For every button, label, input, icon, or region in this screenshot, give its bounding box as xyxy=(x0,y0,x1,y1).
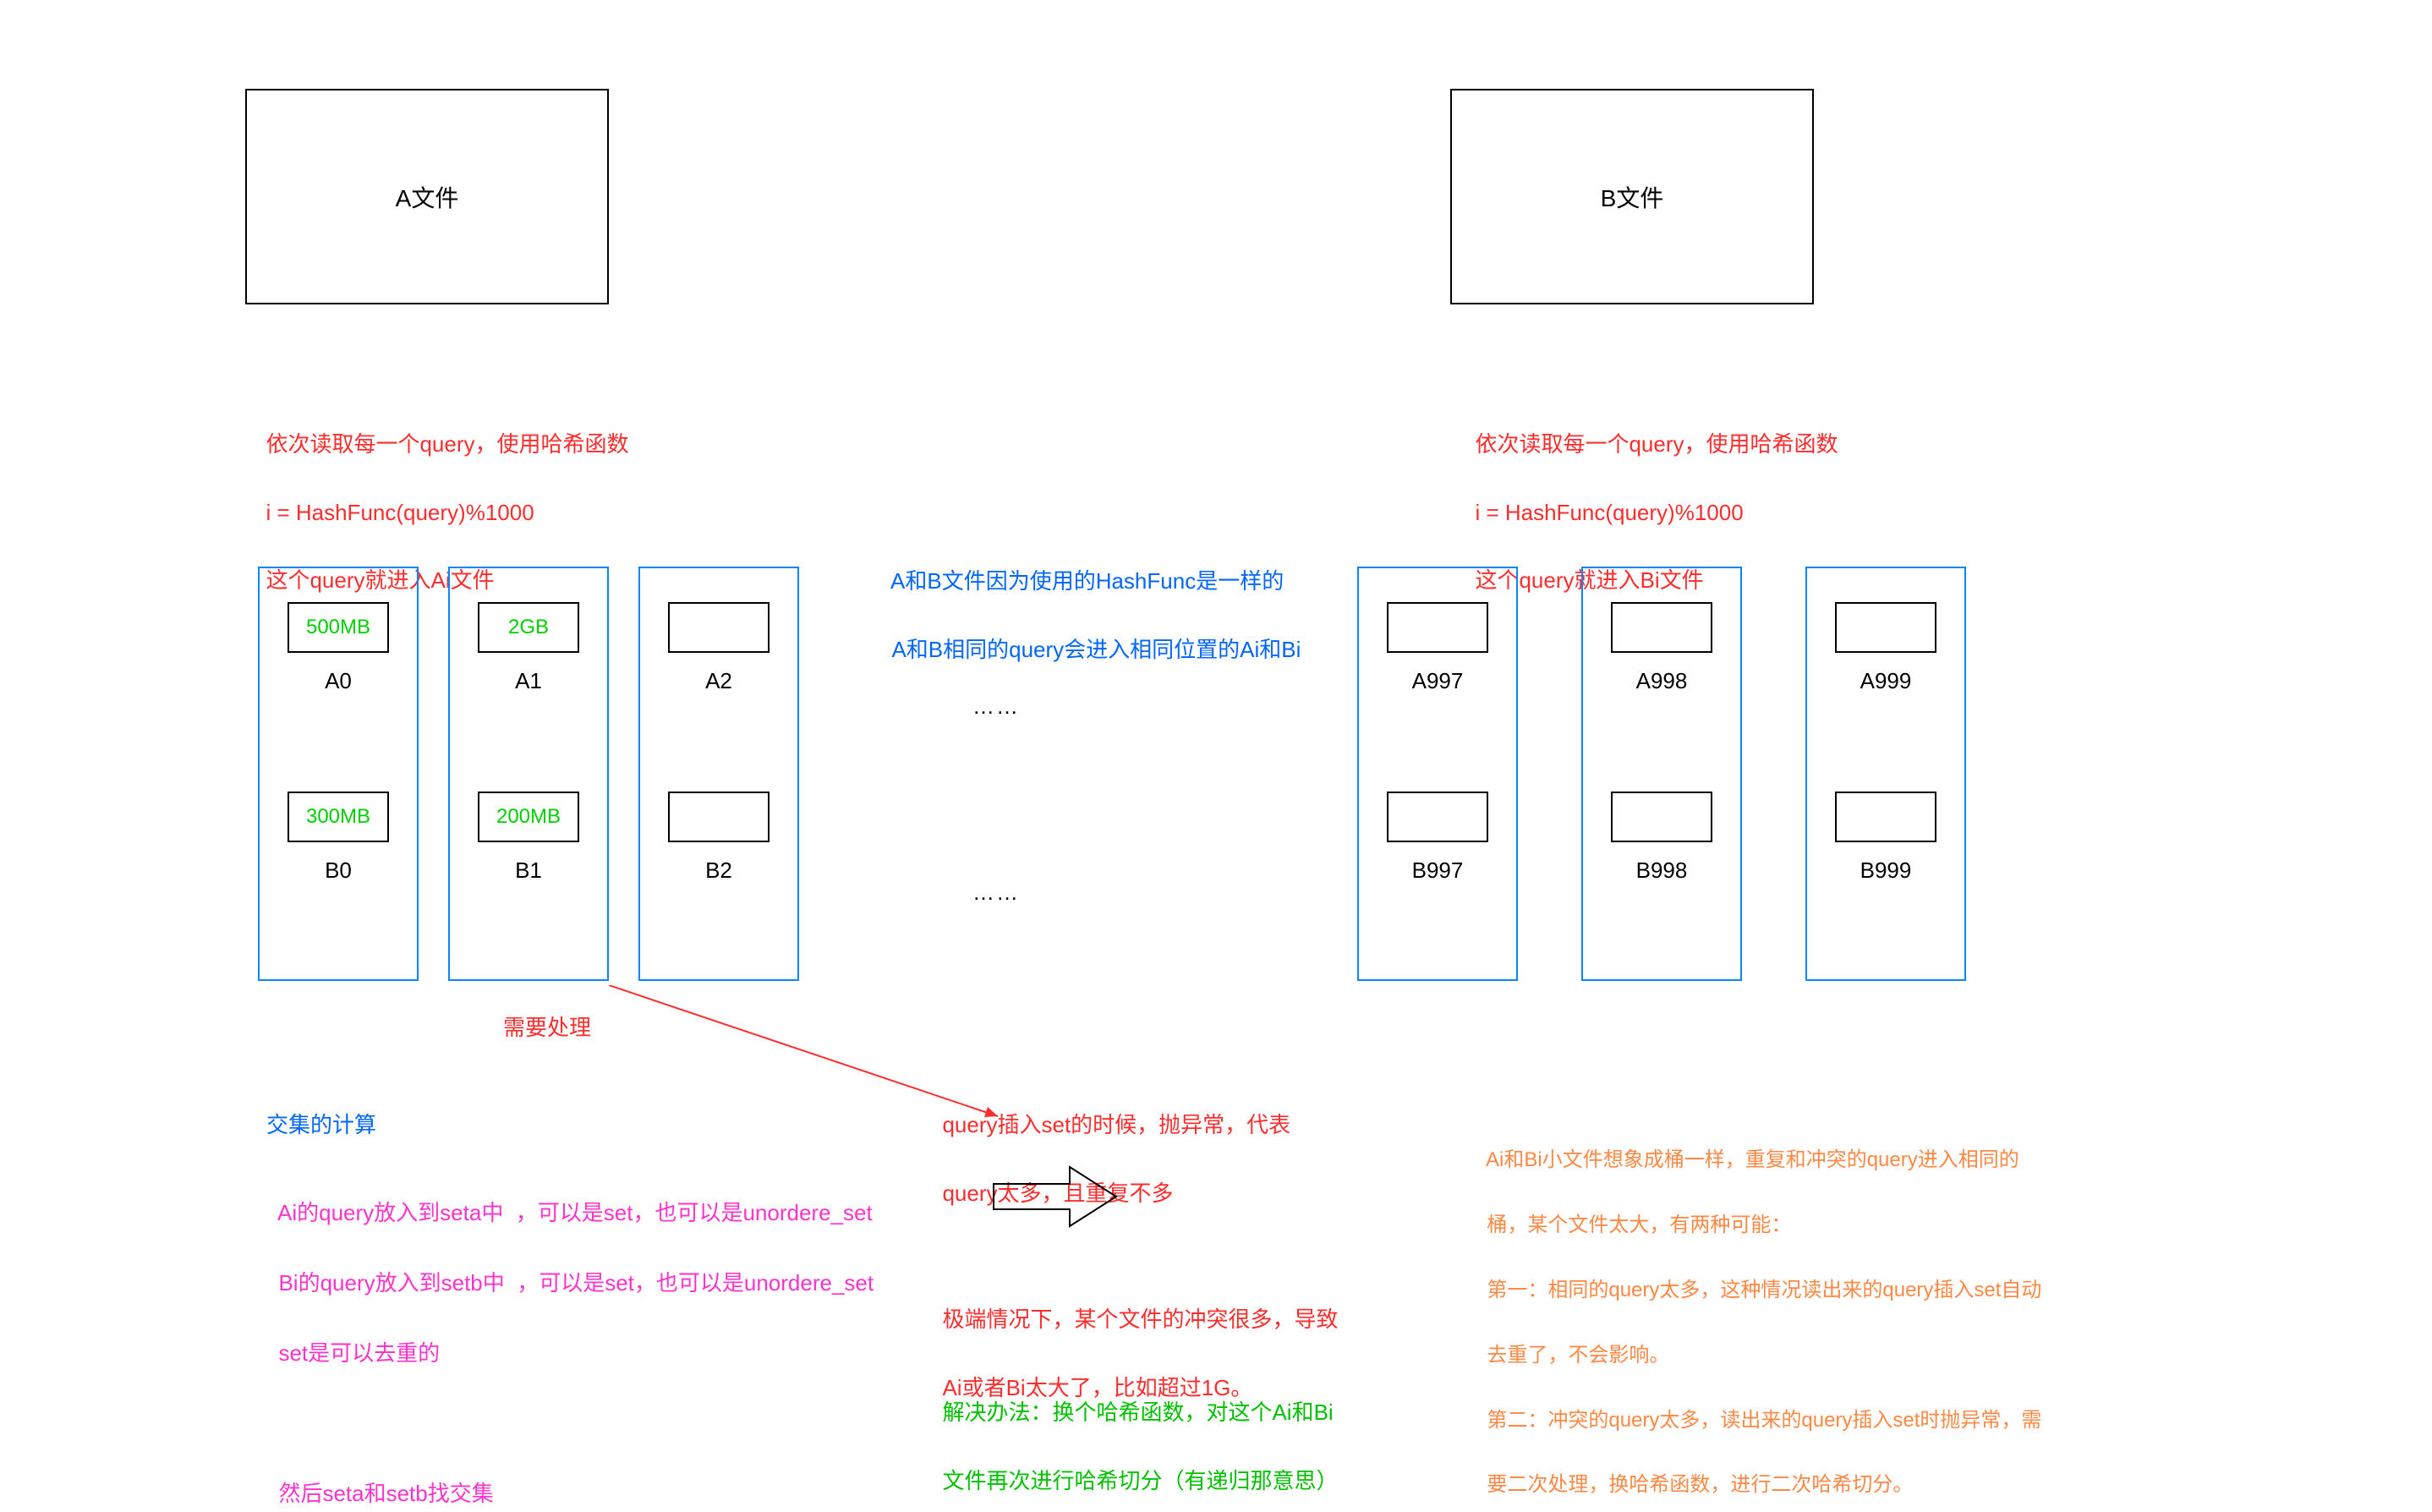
file-a-label: A文件 xyxy=(396,180,459,214)
bucket-explain-line6: 要二次处理，换哈希函数，进行二次哈希切分。 xyxy=(1487,1473,1913,1496)
intersect-desc: Ai的query放入到seta中 ，可以是set，也可以是unordere_se… xyxy=(266,1160,874,1512)
bucket-a999-size xyxy=(1835,602,1936,653)
file-b-label: B文件 xyxy=(1601,180,1664,214)
bucket-explain: Ai和Bi小文件想象成桶一样，重复和冲突的query进入相同的 桶，某个文件太大… xyxy=(1476,1112,2041,1502)
bucket-b998-size xyxy=(1611,792,1712,842)
bucket-b0-label: B0 xyxy=(325,857,352,884)
bucket-b0-size: 300MB xyxy=(288,792,389,842)
hash-text-b-line1: 依次读取每一个query，使用哈希函数 xyxy=(1475,431,1838,457)
intersect-title: 交集的计算 xyxy=(266,1108,376,1142)
bucket-explain-line1: Ai和Bi小文件想象成桶一样，重复和冲突的query进入相同的 xyxy=(1486,1148,2019,1171)
bucket-explain-line5: 第二：冲突的query太多，读出来的query插入set时抛异常，需 xyxy=(1487,1409,2041,1432)
bucket-a2-label: A2 xyxy=(705,668,732,694)
mid-text-blue: A和B文件因为使用的HashFunc是一样的 A和B相同的query会进入相同位… xyxy=(879,530,1301,666)
bucket-a999-label: A999 xyxy=(1860,668,1912,694)
solution-text: 解决办法：换个哈希函数，对这个Ai和Bi 文件再次进行哈希切分（有递归那意思） xyxy=(930,1361,1338,1498)
bucket-b999-label: B999 xyxy=(1860,857,1912,884)
bucket-a1-label: A1 xyxy=(515,668,542,694)
intersect-desc-line1: Ai的query放入到seta中 ，可以是set，也可以是unordere_se… xyxy=(277,1200,873,1225)
bucket-a997b997: A997 B997 xyxy=(1357,567,1518,981)
bucket-a2-size xyxy=(668,602,770,653)
hash-text-a-line2: i = HashFunc(query)%1000 xyxy=(266,500,534,525)
bucket-a1-size: 2GB xyxy=(478,602,579,653)
mid-text-blue-line1: A和B文件因为使用的HashFunc是一样的 xyxy=(890,568,1284,594)
bucket-a998b998: A998 B998 xyxy=(1581,567,1742,981)
bucket-a999b999: A999 B999 xyxy=(1805,567,1966,981)
intersect-desc-line2: Bi的query放入到setb中 ，可以是set，也可以是unordere_se… xyxy=(278,1270,874,1296)
bucket-b998-label: B998 xyxy=(1636,857,1688,884)
bucket-b2-label: B2 xyxy=(705,857,732,884)
bucket-b997-label: B997 xyxy=(1412,857,1464,884)
need-handle-label: 需要处理 xyxy=(503,1011,591,1044)
bucket-b999-size xyxy=(1835,792,1936,842)
bucket-a2b2: A2 B2 xyxy=(638,567,799,981)
bucket-a0-label: A0 xyxy=(325,668,352,694)
bucket-a998-label: A998 xyxy=(1636,668,1688,694)
big-arrow-icon xyxy=(989,1163,1125,1230)
mid-text-blue-line2: A和B相同的query会进入相同位置的Ai和Bi xyxy=(891,637,1301,662)
bucket-b2-size xyxy=(668,792,770,842)
solution-line1: 解决办法：换个哈希函数，对这个Ai和Bi xyxy=(942,1400,1333,1425)
bucket-explain-line3: 第一：相同的query太多，这种情况读出来的query插入set自动 xyxy=(1487,1279,2041,1301)
bucket-explain-line2: 桶，某个文件太大，有两种可能： xyxy=(1487,1213,1791,1236)
solution-line2: 文件再次进行哈希切分（有递归那意思） xyxy=(942,1468,1338,1493)
file-a-box: A文件 xyxy=(245,89,609,304)
bucket-a997-label: A997 xyxy=(1412,668,1464,694)
bucket-b997-size xyxy=(1387,792,1488,842)
bucket-a1b1: 2GB A1 200MB B1 xyxy=(448,567,609,981)
dots-bot: …… xyxy=(972,879,1020,906)
intersect-desc-line5: 然后seta和setb找交集 xyxy=(278,1481,493,1506)
dots-top: …… xyxy=(972,693,1020,720)
bucket-a0-size: 500MB xyxy=(288,602,389,653)
bucket-b1-label: B1 xyxy=(515,857,542,884)
file-b-box: B文件 xyxy=(1450,89,1814,304)
bucket-a998-size xyxy=(1611,602,1712,653)
bucket-a997-size xyxy=(1387,602,1488,653)
intersect-desc-line3: set是可以去重的 xyxy=(278,1340,440,1366)
exception-bot-line1: 极端情况下，某个文件的冲突很多，导致 xyxy=(942,1307,1338,1332)
hash-text-b-line2: i = HashFunc(query)%1000 xyxy=(1475,500,1743,525)
bucket-a0b0: 500MB A0 300MB B0 xyxy=(258,567,419,981)
hash-text-a-line1: 依次读取每一个query，使用哈希函数 xyxy=(266,431,628,457)
exception-top-line1: query插入set的时候，抛异常，代表 xyxy=(942,1112,1290,1137)
bucket-b1-size: 200MB xyxy=(478,792,579,842)
bucket-explain-line4: 去重了，不会影响。 xyxy=(1487,1344,1669,1367)
